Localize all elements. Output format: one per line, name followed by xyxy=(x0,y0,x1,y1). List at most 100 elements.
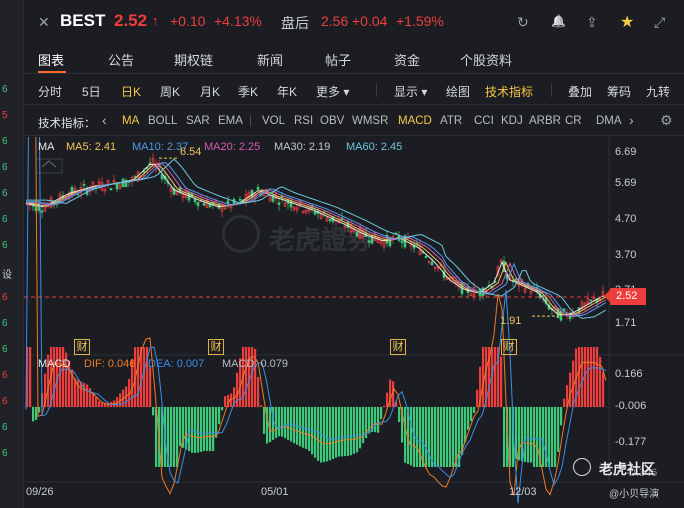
chart-overlay-1[interactable]: 筹码 xyxy=(607,83,631,100)
candle-body xyxy=(424,255,428,258)
candle-body xyxy=(256,186,260,190)
indicator-vol[interactable]: VOL xyxy=(262,115,285,127)
stock-detail-window: ✕ BEST 2.52 ↑ +0.10 +4.13% 盘后 2.56 +0.04… xyxy=(24,0,684,508)
tab-3[interactable]: 新闻 xyxy=(257,50,283,69)
macd-histogram-bar xyxy=(494,347,497,407)
macd-histogram-bar xyxy=(386,392,389,407)
indicator-cr[interactable]: CR xyxy=(565,115,582,127)
tab-0[interactable]: 图表 xyxy=(38,50,64,69)
macd-histogram-bar xyxy=(452,407,455,467)
indicator-obv[interactable]: OBV xyxy=(320,115,344,127)
settings-gear-icon[interactable]: ⚙ xyxy=(660,112,673,129)
indicator-ema[interactable]: EMA xyxy=(218,115,243,127)
indicator-macd[interactable]: MACD xyxy=(398,115,432,127)
macd-legend-title: MACD xyxy=(38,358,71,370)
quote-header: ✕ BEST 2.52 ↑ +0.10 +4.13% 盘后 2.56 +0.04… xyxy=(24,0,684,44)
indicator-dma[interactable]: DMA xyxy=(596,115,622,127)
period-4[interactable]: 月K xyxy=(200,83,220,100)
expand-icon[interactable]: ⤢ xyxy=(654,14,665,31)
candle-body xyxy=(202,202,206,206)
period-0[interactable]: 分时 xyxy=(38,83,62,100)
macd-histogram-bar xyxy=(179,407,182,447)
indicator-arbr[interactable]: ARBR xyxy=(529,115,561,127)
macd-histogram-bar xyxy=(524,407,527,463)
macd-histogram-bar xyxy=(467,407,470,430)
indicator-ma[interactable]: MA xyxy=(122,115,139,127)
after-hours-price: 2.56 xyxy=(321,13,349,29)
indicator-kdj[interactable]: KDJ xyxy=(501,115,523,127)
watermark-logo-icon xyxy=(222,215,260,253)
macd-histogram-bar xyxy=(86,384,89,407)
macd-histogram-bar xyxy=(593,347,596,407)
chevron-right-icon[interactable]: › xyxy=(629,112,634,128)
price-axis-label: 5.69 xyxy=(615,177,637,189)
chart-area[interactable]: 老虎證券 MA MA5: 2.41 MA10: 2.37 MA20: 2.25 … xyxy=(24,137,684,508)
watchlist-change-mark: 6 xyxy=(2,162,8,173)
chart-tool-2[interactable]: 技术指标 xyxy=(485,83,533,100)
candle-body xyxy=(559,310,563,321)
chart-tool-1[interactable]: 绘图 xyxy=(446,83,470,100)
period-5[interactable]: 季K xyxy=(238,83,258,100)
chart-tool-0[interactable]: 显示 ▾ xyxy=(394,83,427,100)
high-marker-label: 6.54 xyxy=(180,146,202,158)
macd-histogram-bar xyxy=(542,407,545,467)
macd-histogram-bar xyxy=(563,398,566,407)
period-7[interactable]: 更多 ▾ xyxy=(316,83,349,100)
watchlist-change-mark: 6 xyxy=(2,136,8,147)
indicator-divider: | xyxy=(249,115,252,127)
tab-2[interactable]: 期权链 xyxy=(174,50,213,69)
macd-histogram-bar xyxy=(416,407,419,467)
earnings-event-icon[interactable]: 财 xyxy=(390,339,406,355)
star-icon[interactable]: ★ xyxy=(620,12,634,32)
share-icon[interactable]: ⇪ xyxy=(586,14,598,31)
period-2[interactable]: 日K xyxy=(121,83,141,100)
bell-icon[interactable]: 🔔 xyxy=(551,14,566,28)
candle-body xyxy=(115,183,119,190)
after-hours-change-pct: +1.59% xyxy=(396,13,444,29)
earnings-event-icon[interactable]: 财 xyxy=(501,339,517,355)
kline-chart[interactable] xyxy=(24,137,684,508)
watchlist-change-mark: 6 xyxy=(2,448,8,459)
candle-body xyxy=(589,299,593,302)
candle-body xyxy=(400,240,404,243)
price-axis-label: 4.70 xyxy=(615,213,637,225)
chevron-left-icon[interactable]: ‹ xyxy=(102,112,107,128)
indicator-wmsr[interactable]: WMSR xyxy=(352,115,388,127)
macd-histogram-bar xyxy=(308,407,311,451)
macd-histogram-bar xyxy=(338,407,341,457)
chart-overlay-2[interactable]: 九转 xyxy=(646,83,670,100)
macd-histogram-bar xyxy=(116,397,119,407)
close-icon[interactable]: ✕ xyxy=(38,14,50,31)
tab-1[interactable]: 公告 xyxy=(108,50,134,69)
tab-6[interactable]: 个股资料 xyxy=(460,50,512,69)
indicator-boll[interactable]: BOLL xyxy=(148,115,177,127)
macd-histogram-bar xyxy=(599,356,602,407)
macd-histogram-bar xyxy=(326,407,329,462)
earnings-event-icon[interactable]: 财 xyxy=(208,339,224,355)
refresh-icon[interactable]: ↻ xyxy=(517,14,529,31)
watchlist-change-mark: 6 xyxy=(2,344,8,355)
community-user: @小贝导演 xyxy=(609,489,660,500)
macd-histogram-bar xyxy=(98,401,101,407)
period-1[interactable]: 5日 xyxy=(82,83,101,100)
price-axis-label: 6.69 xyxy=(615,146,637,158)
macd-histogram-bar xyxy=(53,347,56,407)
indicator-rsi[interactable]: RSI xyxy=(294,115,313,127)
indicator-atr[interactable]: ATR xyxy=(440,115,462,127)
indicator-cci[interactable]: CCI xyxy=(474,115,494,127)
period-6[interactable]: 年K xyxy=(277,83,297,100)
watchlist-change-mark: 5 xyxy=(2,110,8,121)
tab-5[interactable]: 资金 xyxy=(394,50,420,69)
period-3[interactable]: 周K xyxy=(160,83,180,100)
macd-histogram-bar xyxy=(503,407,506,467)
indicator-sar[interactable]: SAR xyxy=(186,115,210,127)
macd-histogram-bar xyxy=(557,407,560,452)
macd-axis-label: -0.006 xyxy=(615,400,647,412)
watchlist-change-mark: 6 xyxy=(2,396,8,407)
macd-histogram-bar xyxy=(221,407,224,411)
macd-histogram-bar xyxy=(170,407,173,467)
macd-histogram-bar xyxy=(353,407,356,454)
earnings-event-icon[interactable]: 财 xyxy=(74,339,90,355)
tab-4[interactable]: 帖子 xyxy=(325,50,351,69)
chart-overlay-0[interactable]: 叠加 xyxy=(568,83,592,100)
